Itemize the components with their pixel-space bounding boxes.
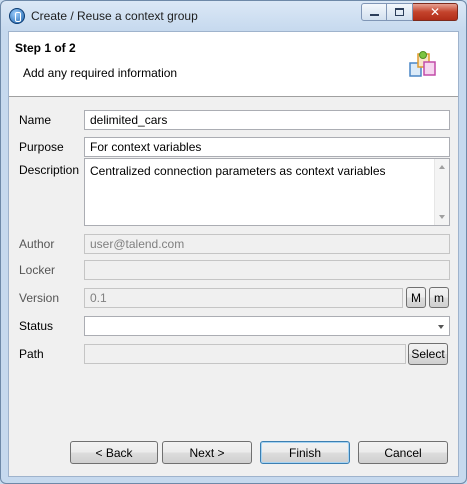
next-button[interactable]: Next > [162, 441, 252, 464]
close-button[interactable]: ✕ [413, 3, 458, 21]
select-path-button[interactable]: Select [408, 343, 448, 365]
purpose-label: Purpose [19, 140, 64, 154]
locker-input [84, 260, 450, 280]
path-input [84, 344, 406, 364]
version-label: Version [19, 291, 60, 305]
window-title: Create / Reuse a context group [31, 9, 198, 23]
chevron-down-icon [438, 325, 444, 329]
maximize-icon [395, 8, 404, 16]
app-icon [9, 8, 25, 24]
status-select[interactable] [84, 316, 450, 336]
scroll-up-icon[interactable] [439, 165, 445, 169]
version-input: 0.1 [84, 288, 403, 308]
locker-label: Locker [19, 263, 56, 277]
name-input[interactable]: delimited_cars [84, 110, 450, 130]
step-title: Step 1 of 2 [15, 41, 76, 55]
maximize-button[interactable] [387, 3, 413, 21]
minimize-button[interactable] [361, 3, 387, 21]
description-scrollbar[interactable] [434, 159, 449, 225]
dialog-window: Create / Reuse a context group ✕ Step 1 … [0, 0, 467, 484]
version-major-button[interactable]: M [406, 287, 426, 308]
title-bar[interactable]: Create / Reuse a context group ✕ [1, 1, 466, 31]
step-subtitle: Add any required information [23, 66, 178, 80]
wizard-header: Step 1 of 2 Add any required information [9, 32, 458, 97]
description-textarea[interactable]: Centralized connection parameters as con… [84, 158, 450, 226]
scroll-down-icon[interactable] [439, 215, 445, 219]
name-label: Name [19, 113, 52, 127]
author-label: Author [19, 237, 55, 251]
finish-button[interactable]: Finish [260, 441, 350, 464]
status-label: Status [19, 319, 54, 333]
close-icon: ✕ [429, 5, 441, 19]
context-group-icon [409, 51, 436, 77]
cancel-button[interactable]: Cancel [358, 441, 448, 464]
path-label: Path [19, 347, 44, 361]
author-input: user@talend.com [84, 234, 450, 254]
description-text: Centralized connection parameters as con… [90, 164, 386, 178]
dialog-content: Step 1 of 2 Add any required information… [8, 31, 459, 477]
minimize-icon [369, 14, 379, 16]
description-label: Description [19, 163, 80, 177]
back-button[interactable]: < Back [70, 441, 158, 464]
purpose-input[interactable]: For context variables [84, 137, 450, 157]
version-minor-button[interactable]: m [429, 287, 449, 308]
